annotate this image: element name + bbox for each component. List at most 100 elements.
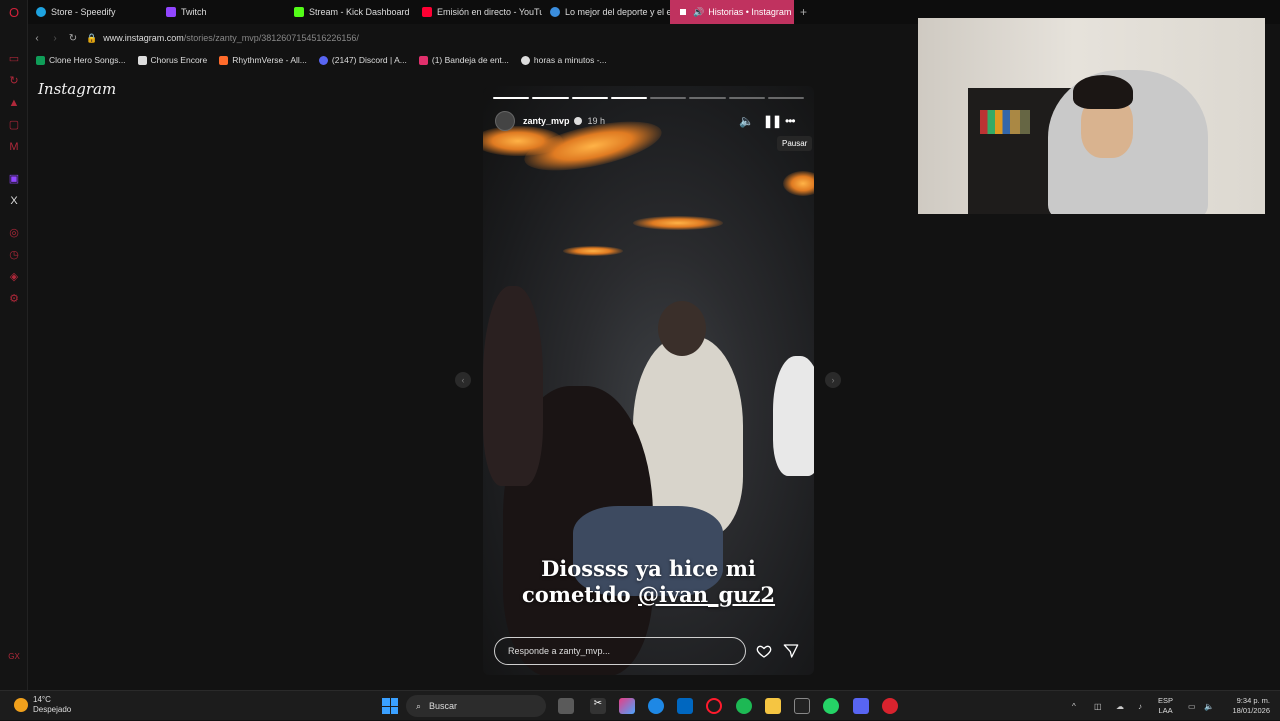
bookmark-hours-minutes[interactable]: horas a minutos -... [520, 55, 607, 65]
sidebar-twitch-icon[interactable]: ▣ [7, 172, 21, 186]
pause-icon[interactable]: ❚❚ [763, 110, 782, 132]
obs-icon[interactable] [794, 698, 810, 714]
progress-segment [610, 97, 647, 99]
weather-sun-icon [14, 698, 28, 712]
ceiling-light [563, 246, 623, 256]
prev-story-icon[interactable]: ‹ [455, 372, 471, 388]
sidebar-target-icon[interactable]: ◎ [7, 226, 21, 240]
opera-sidebar: O ▭ ↻ ▲ ▢ M ▣ X ◎ ◷ ◈ ⚙ GX [0, 0, 28, 690]
bookmark-chorus-encore[interactable]: Chorus Encore [137, 55, 208, 65]
taskbar-clock[interactable]: 9:34 p. m. 18/01/2026 [1224, 696, 1270, 716]
tray-volume-icon[interactable]: 🔈 [1204, 691, 1214, 721]
sidebar-clock-icon[interactable]: ◷ [7, 248, 21, 262]
url-field[interactable]: www.instagram.com/stories/zanty_mvp/3812… [103, 33, 359, 43]
sidebar-wallet-icon[interactable]: ▭ [7, 52, 21, 66]
spotify-icon[interactable] [736, 698, 752, 714]
verified-icon [573, 117, 582, 125]
tab-youtube[interactable]: Emisión en directo - YouTu [414, 0, 542, 24]
task-view-icon[interactable] [558, 698, 574, 714]
discord-icon[interactable] [853, 698, 869, 714]
send-icon[interactable] [783, 643, 799, 659]
whatsapp-icon[interactable] [823, 698, 839, 714]
tab-label: Historias • Instagram [708, 7, 792, 17]
story-progress [493, 97, 804, 99]
bookmark-label: (1) Bandeja de ent... [431, 55, 509, 65]
webcam-overlay [918, 18, 1265, 214]
story-time: 19 h [587, 116, 606, 126]
reply-input[interactable]: Responde a zanty_mvp... [494, 637, 746, 665]
tray-chevron-icon[interactable]: ^ [1072, 691, 1076, 721]
bookmark-clone-hero[interactable]: Clone Hero Songs... [36, 55, 126, 65]
edge-icon[interactable] [648, 698, 664, 714]
sidebar-gx-icon[interactable]: GX [7, 650, 21, 664]
forward-icon[interactable]: › [46, 33, 64, 44]
reload-icon[interactable]: ↻ [64, 33, 82, 44]
tab-label: Twitch [181, 7, 207, 17]
story-viewer[interactable]: zanty_mvp 19 h 🔈 ❚❚ ••• Pausar Diossss y… [483, 86, 814, 675]
volume-icon[interactable]: 🔈 [739, 110, 754, 132]
windows-start-icon[interactable] [382, 698, 398, 714]
copilot-icon[interactable] [619, 698, 635, 714]
taskbar-search[interactable]: ⌕ Buscar [406, 695, 546, 717]
bookmark-rhythmverse[interactable]: RhythmVerse - All... [219, 55, 307, 65]
avatar[interactable] [495, 111, 515, 131]
tab-instagram[interactable]: 🔊 Historias • Instagram [670, 0, 794, 24]
instagram-logo[interactable]: Instagram [38, 80, 116, 98]
story-username[interactable]: zanty_mvp [523, 116, 570, 126]
twitch-icon [166, 7, 176, 17]
tab-speedify[interactable]: Store - Speedify [28, 0, 158, 24]
sidebar-mail-icon[interactable]: M [7, 140, 21, 154]
caption-prefix: cometido [521, 582, 638, 607]
caption-line-2: cometido @ivan_guz2 [483, 582, 814, 608]
sidebar-settings-icon[interactable]: ⚙ [7, 292, 21, 306]
heart-icon[interactable] [756, 643, 772, 659]
sidebar-x-icon[interactable]: X [7, 194, 21, 208]
progress-segment [571, 97, 608, 99]
rhythmverse-icon [219, 55, 229, 65]
sidebar-history-icon[interactable]: ↻ [7, 74, 21, 88]
back-icon[interactable]: ‹ [28, 33, 46, 44]
lang-line-1: ESP [1158, 696, 1174, 705]
instagram-icon [678, 7, 688, 17]
new-tab-button[interactable]: + [794, 5, 813, 19]
tab-kick[interactable]: Stream - Kick Dashboard [286, 0, 414, 24]
store-icon[interactable] [677, 698, 693, 714]
sidebar-cube-icon[interactable]: ◈ [7, 270, 21, 284]
next-story-icon[interactable]: › [825, 372, 841, 388]
tray-monitor-icon[interactable]: ▭ [1188, 691, 1196, 721]
capcut-icon[interactable]: ✂ [590, 698, 606, 714]
bookmark-label: Clone Hero Songs... [49, 55, 126, 65]
app-icon[interactable] [882, 698, 898, 714]
file-explorer-icon[interactable] [765, 698, 781, 714]
bookmark-discord[interactable]: (2147) Discord | A... [318, 55, 407, 65]
tab-twitch[interactable]: Twitch [158, 0, 286, 24]
sidebar-bag-icon[interactable]: ▲ [7, 96, 21, 110]
clock-time: 9:34 p. m. [1236, 696, 1270, 705]
weather-widget[interactable]: 14°C Despejado [14, 695, 71, 715]
speaker-icon: 🔊 [693, 6, 705, 17]
tray-network-icon[interactable]: ◫ [1094, 691, 1102, 721]
opera-gx-icon[interactable] [706, 698, 722, 714]
progress-segment [728, 97, 765, 99]
tray-cloud-icon[interactable]: ☁ [1116, 691, 1124, 721]
tab-label: Lo mejor del deporte y el e [565, 7, 670, 17]
tab-sports[interactable]: Lo mejor del deporte y el e [542, 0, 670, 24]
more-options-icon[interactable]: ••• [785, 110, 796, 132]
youtube-icon [422, 7, 432, 17]
discord-icon [318, 55, 328, 65]
opera-logo-icon[interactable]: O [7, 6, 21, 20]
sidebar-chat-icon[interactable]: ▢ [7, 118, 21, 132]
tab-label: Store - Speedify [51, 7, 116, 17]
story-caption: Diossss ya hice mi cometido @ivan_guz2 [483, 556, 814, 608]
tray-mic-icon[interactable]: ♪ [1138, 691, 1142, 721]
clock-date: 18/01/2026 [1232, 706, 1270, 715]
caption-mention[interactable]: @ivan_guz2 [638, 582, 775, 607]
speedify-icon [36, 7, 46, 17]
progress-segment [689, 97, 726, 99]
bookmark-label: Chorus Encore [150, 55, 208, 65]
bookmark-inbox[interactable]: (1) Bandeja de ent... [418, 55, 509, 65]
lang-line-2: LAA [1158, 706, 1173, 715]
language-indicator[interactable]: ESP LAA [1158, 696, 1173, 716]
bookmark-label: horas a minutos -... [533, 55, 607, 65]
progress-segment [650, 97, 687, 99]
